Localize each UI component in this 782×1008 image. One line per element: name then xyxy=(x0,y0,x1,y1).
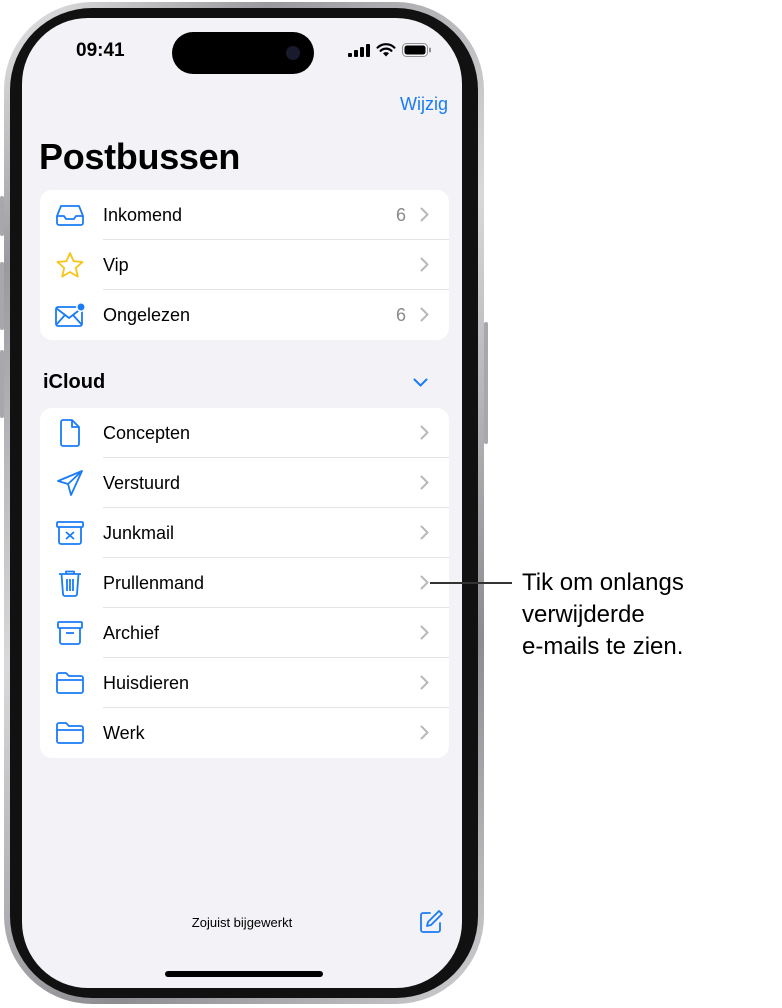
mailbox-label: Inkomend xyxy=(103,204,183,225)
mailbox-row-sent[interactable]: Verstuurd xyxy=(40,458,449,508)
inbox-icon xyxy=(54,201,86,229)
cellular-signal-icon xyxy=(348,43,370,57)
phone-screen: 09:41 Wijzig Postbussen Inkomend 6 Vip O… xyxy=(22,18,462,988)
folder-icon xyxy=(54,669,86,697)
trash-icon xyxy=(54,569,86,597)
mailbox-label: Junkmail xyxy=(103,522,175,543)
chevron-right-icon xyxy=(420,625,429,640)
chevron-right-icon xyxy=(420,475,429,490)
mailbox-row-junk[interactable]: Junkmail xyxy=(40,508,449,558)
paper-plane-icon xyxy=(54,469,86,497)
mailbox-label: Ongelezen xyxy=(103,304,191,325)
edit-button[interactable]: Wijzig xyxy=(400,94,448,115)
chevron-right-icon xyxy=(420,207,429,222)
mailbox-row-pets[interactable]: Huisdieren xyxy=(40,658,449,708)
unread-count: 6 xyxy=(395,204,406,225)
mailbox-label: Vip xyxy=(103,254,129,275)
status-icons xyxy=(348,43,432,57)
callout-text: Tik om onlangs verwijderde e-mails te zi… xyxy=(522,569,684,660)
icloud-mailbox-list: Concepten Verstuurd Junkmail Prullenmand… xyxy=(40,408,449,758)
mailbox-label: Verstuurd xyxy=(103,472,181,493)
volume-down-button xyxy=(0,350,4,418)
chevron-right-icon xyxy=(420,675,429,690)
camera-icon xyxy=(286,46,300,60)
mailbox-label: Concepten xyxy=(103,422,191,443)
mailbox-row-inbox[interactable]: Inkomend 6 xyxy=(40,190,449,240)
wifi-icon xyxy=(376,43,396,57)
status-time: 09:41 xyxy=(76,40,125,61)
dynamic-island xyxy=(172,32,314,74)
chevron-right-icon xyxy=(420,257,429,272)
icloud-section-header: iCloud xyxy=(43,371,106,393)
mailbox-row-drafts[interactable]: Concepten xyxy=(40,408,449,458)
mailbox-row-vip[interactable]: Vip xyxy=(40,240,449,290)
power-button xyxy=(484,322,488,444)
callout-line xyxy=(430,582,512,584)
volume-up-button xyxy=(0,262,4,330)
battery-icon xyxy=(402,43,431,57)
home-indicator xyxy=(165,971,323,977)
mailbox-row-unread[interactable]: Ongelezen 6 xyxy=(40,290,449,340)
folder-icon xyxy=(54,719,86,747)
compose-icon[interactable] xyxy=(418,909,444,935)
archive-box-icon xyxy=(54,619,86,647)
chevron-right-icon xyxy=(420,425,429,440)
star-icon xyxy=(54,251,86,279)
chevron-right-icon xyxy=(420,575,429,590)
chevron-down-icon[interactable] xyxy=(413,378,428,387)
chevron-right-icon xyxy=(420,725,429,740)
action-button xyxy=(0,196,4,236)
unread-count: 6 xyxy=(395,304,406,325)
mailbox-label: Archief xyxy=(103,622,160,643)
mailbox-row-work[interactable]: Werk xyxy=(40,708,449,758)
favorites-list: Inkomend 6 Vip Ongelezen 6 xyxy=(40,190,449,340)
junk-bin-icon xyxy=(54,519,86,547)
page-title: Postbussen xyxy=(39,136,241,177)
mailbox-row-archive[interactable]: Archief xyxy=(40,608,449,658)
mailbox-row-trash[interactable]: Prullenmand xyxy=(40,558,449,608)
document-icon xyxy=(54,419,86,447)
chevron-right-icon xyxy=(420,525,429,540)
unread-envelope-icon xyxy=(54,301,86,329)
chevron-right-icon xyxy=(420,307,429,322)
mailbox-label: Werk xyxy=(103,722,145,743)
mailbox-label: Huisdieren xyxy=(103,672,190,693)
update-status: Zojuist bijgewerkt xyxy=(191,915,293,930)
mailbox-label: Prullenmand xyxy=(103,572,205,593)
